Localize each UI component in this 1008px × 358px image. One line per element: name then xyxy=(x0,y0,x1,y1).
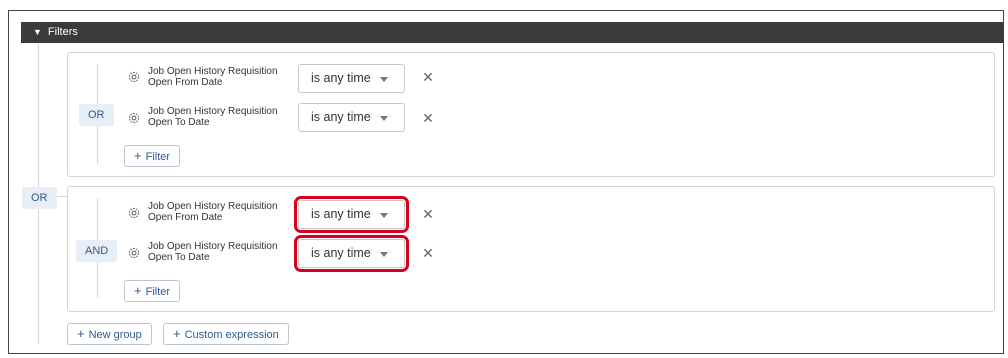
add-filter-button[interactable]: + Filter xyxy=(124,280,181,302)
close-icon[interactable]: ✕ xyxy=(422,70,434,84)
outer-operator-toggle[interactable]: OR xyxy=(22,187,57,209)
new-group-label: New group xyxy=(88,329,142,341)
close-icon[interactable]: ✕ xyxy=(422,111,434,125)
field-label: Job Open History Requisition Open From D… xyxy=(148,66,298,88)
add-filter-button[interactable]: + Filter xyxy=(124,145,181,167)
dropdown-arrow-icon xyxy=(380,116,388,121)
date-operator-select[interactable]: is any time xyxy=(298,103,405,132)
select-value: is any time xyxy=(311,246,371,260)
field-label-line2: Open From Date xyxy=(148,77,223,88)
plus-icon: + xyxy=(134,283,142,298)
dropdown-arrow-icon xyxy=(380,213,388,218)
plus-icon: + xyxy=(173,326,181,341)
gear-icon xyxy=(128,71,140,83)
plus-icon: + xyxy=(134,148,142,163)
close-icon[interactable]: ✕ xyxy=(422,246,434,260)
close-icon[interactable]: ✕ xyxy=(422,207,434,221)
filters-header[interactable]: ▼ Filters xyxy=(21,22,1004,43)
field-label-line1: Job Open History Requisition xyxy=(148,106,278,117)
field-label-line1: Job Open History Requisition xyxy=(148,201,278,212)
group-2-operator-toggle[interactable]: AND xyxy=(76,240,118,262)
caret-down-icon: ▼ xyxy=(33,27,42,37)
field-label: Job Open History Requisition Open From D… xyxy=(148,201,298,223)
select-value: is any time xyxy=(311,207,371,221)
field-label-line1: Job Open History Requisition xyxy=(148,241,278,252)
field-label: Job Open History Requisition Open To Dat… xyxy=(148,106,298,128)
custom-expression-label: Custom expression xyxy=(184,329,279,341)
dropdown-arrow-icon xyxy=(380,252,388,257)
filters-title: Filters xyxy=(47,26,78,38)
group-1-operator-toggle[interactable]: OR xyxy=(79,104,114,126)
date-operator-select[interactable]: is any time xyxy=(294,235,409,272)
gear-icon xyxy=(128,207,140,219)
field-label: Job Open History Requisition Open To Dat… xyxy=(148,241,298,263)
date-operator-select[interactable]: is any time xyxy=(298,64,405,93)
field-label-line1: Job Open History Requisition xyxy=(148,66,278,77)
field-label-line2: Open To Date xyxy=(148,117,210,128)
gear-icon xyxy=(128,247,140,259)
new-group-button[interactable]: + New group xyxy=(67,323,152,345)
dropdown-arrow-icon xyxy=(380,77,388,82)
field-label-line2: Open To Date xyxy=(148,252,210,263)
plus-icon: + xyxy=(77,326,85,341)
add-filter-label: Filter xyxy=(145,151,171,163)
date-operator-select[interactable]: is any time xyxy=(294,196,409,233)
custom-expression-button[interactable]: + Custom expression xyxy=(163,323,289,345)
select-value: is any time xyxy=(311,110,371,124)
field-label-line2: Open From Date xyxy=(148,212,223,223)
select-value: is any time xyxy=(311,71,371,85)
gear-icon xyxy=(128,112,140,124)
add-filter-label: Filter xyxy=(145,286,171,298)
